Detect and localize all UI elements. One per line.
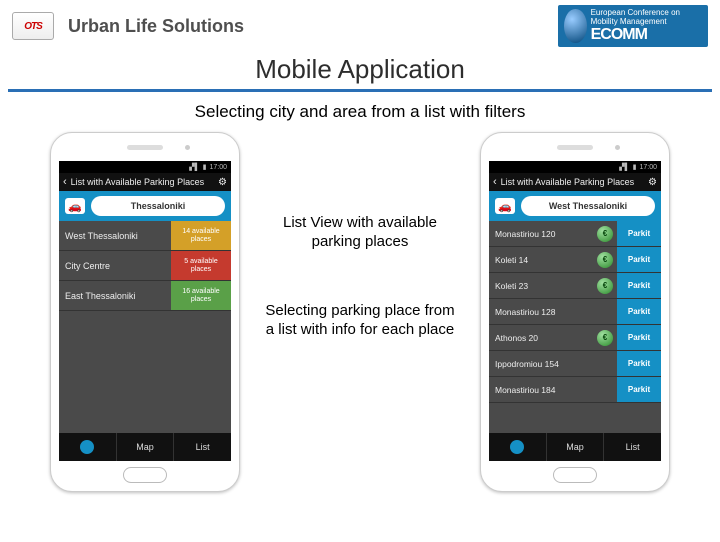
place-row[interactable]: Monastiriou 120 €Parkit xyxy=(489,221,661,247)
place-name: Koleti 23 xyxy=(489,281,593,291)
parkit-button[interactable]: Parkit xyxy=(617,299,661,324)
place-name: Monastiriou 184 xyxy=(489,385,617,395)
back-icon[interactable]: ‹ xyxy=(493,176,497,188)
phone-earpiece xyxy=(127,145,163,150)
phone-mockup-places: ▞▌ ▮ 17:00 ‹ List with Available Parking… xyxy=(480,132,670,492)
city-dropdown[interactable]: West Thessaloniki xyxy=(521,196,655,216)
euro-icon: € xyxy=(597,330,613,346)
city-selector-bar: 🚗 Thessaloniki xyxy=(59,191,231,221)
slide-header: OTS Urban Life Solutions European Confer… xyxy=(0,0,720,52)
phone-sensor xyxy=(615,145,620,150)
place-name: Koleti 14 xyxy=(489,255,593,265)
parkit-button[interactable]: Parkit xyxy=(617,325,661,350)
car-icon[interactable]: 🚗 xyxy=(65,198,85,214)
phone-home-button[interactable] xyxy=(553,467,597,483)
place-row[interactable]: Ippodromiou 154Parkit xyxy=(489,351,661,377)
ecomm-big-text: ECOMM xyxy=(591,26,702,44)
city-dropdown[interactable]: Thessaloniki xyxy=(91,196,225,216)
app-title-bar: ‹ List with Available Parking Places ⚙ xyxy=(59,173,231,191)
place-name: Monastiriou 128 xyxy=(489,307,617,317)
caption-select-place: Selecting parking place from a list with… xyxy=(260,302,460,340)
bottom-nav: Map List xyxy=(59,433,231,461)
place-row[interactable]: Monastiriou 128Parkit xyxy=(489,299,661,325)
place-name: Ippodromiou 154 xyxy=(489,359,617,369)
area-list: West Thessaloniki14 availableplacesCity … xyxy=(59,221,231,433)
place-name: Monastiriou 120 xyxy=(489,229,593,239)
slide-subtitle: Selecting city and area from a list with… xyxy=(0,102,720,122)
tab-list[interactable]: List xyxy=(174,433,231,461)
battery-icon: ▮ xyxy=(633,163,637,171)
parkit-button[interactable]: Parkit xyxy=(617,273,661,298)
area-name: East Thessaloniki xyxy=(59,291,171,301)
app-title: List with Available Parking Places xyxy=(71,177,204,187)
area-name: City Centre xyxy=(59,261,171,271)
signal-icon: ▞▌ xyxy=(619,163,629,171)
back-icon[interactable]: ‹ xyxy=(63,176,67,188)
tab-home[interactable] xyxy=(59,433,117,461)
place-row[interactable]: Koleti 23 €Parkit xyxy=(489,273,661,299)
android-status-bar: ▞▌ ▮ 17:00 xyxy=(489,161,661,173)
place-name: Athonos 20 xyxy=(489,333,593,343)
settings-icon[interactable]: ⚙ xyxy=(218,177,227,188)
phone-home-button[interactable] xyxy=(123,467,167,483)
euro-icon: € xyxy=(597,278,613,294)
phone-mockup-areas: ▞▌ ▮ 17:00 ‹ List with Available Parking… xyxy=(50,132,240,492)
availability-badge: 16 availableplaces xyxy=(171,281,231,310)
place-row[interactable]: Monastiriou 184Parkit xyxy=(489,377,661,403)
caption-list-view: List View with available parking places xyxy=(260,214,460,252)
availability-badge: 5 availableplaces xyxy=(171,251,231,280)
slide-title: Mobile Application xyxy=(8,52,712,92)
signal-icon: ▞▌ xyxy=(189,163,199,171)
city-selector-bar: 🚗 West Thessaloniki xyxy=(489,191,661,221)
home-icon xyxy=(80,440,94,454)
status-time: 17:00 xyxy=(209,164,227,171)
place-row[interactable]: Koleti 14 €Parkit xyxy=(489,247,661,273)
ecomm-globe-icon xyxy=(564,9,587,43)
area-row[interactable]: City Centre5 availableplaces xyxy=(59,251,231,281)
parkit-button[interactable]: Parkit xyxy=(617,351,661,376)
home-icon xyxy=(510,440,524,454)
area-row[interactable]: East Thessaloniki16 availableplaces xyxy=(59,281,231,311)
availability-badge: 14 availableplaces xyxy=(171,221,231,250)
place-row[interactable]: Athonos 20 €Parkit xyxy=(489,325,661,351)
bottom-nav: Map List xyxy=(489,433,661,461)
urban-life-solutions-label: Urban Life Solutions xyxy=(68,16,244,37)
place-list: Monastiriou 120€ParkitKoleti 14€ParkitKo… xyxy=(489,221,661,433)
android-status-bar: ▞▌ ▮ 17:00 xyxy=(59,161,231,173)
app-title-bar: ‹ List with Available Parking Places ⚙ xyxy=(489,173,661,191)
tab-list[interactable]: List xyxy=(604,433,661,461)
tab-map[interactable]: Map xyxy=(117,433,175,461)
tab-map[interactable]: Map xyxy=(547,433,605,461)
app-title: List with Available Parking Places xyxy=(501,177,634,187)
parkit-button[interactable]: Parkit xyxy=(617,247,661,272)
ecomm-small-text: European Conference on Mobility Manageme… xyxy=(591,8,702,26)
status-time: 17:00 xyxy=(639,164,657,171)
tab-home[interactable] xyxy=(489,433,547,461)
settings-icon[interactable]: ⚙ xyxy=(648,177,657,188)
area-row[interactable]: West Thessaloniki14 availableplaces xyxy=(59,221,231,251)
euro-icon: € xyxy=(597,226,613,242)
euro-icon: € xyxy=(597,252,613,268)
battery-icon: ▮ xyxy=(203,163,207,171)
phone-sensor xyxy=(185,145,190,150)
parkit-button[interactable]: Parkit xyxy=(617,221,661,246)
car-icon[interactable]: 🚗 xyxy=(495,198,515,214)
area-name: West Thessaloniki xyxy=(59,231,171,241)
ots-logo: OTS xyxy=(12,12,54,40)
parkit-button[interactable]: Parkit xyxy=(617,377,661,402)
ecomm-logo: European Conference on Mobility Manageme… xyxy=(558,5,708,47)
phone-earpiece xyxy=(557,145,593,150)
